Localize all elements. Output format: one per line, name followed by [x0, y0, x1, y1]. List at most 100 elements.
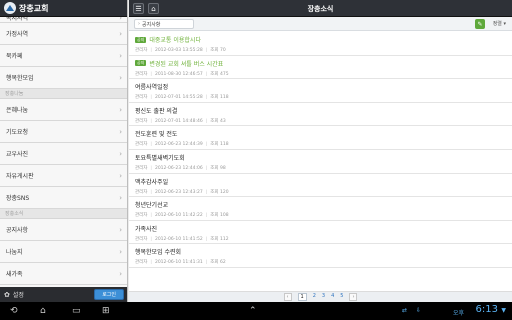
post-meta: 관리자 | 2012-07-01 14:55:28 | 조회 118 — [135, 95, 229, 101]
post-views: 조회 118 — [210, 142, 229, 148]
post-title-row: 청년단기선교 — [135, 200, 506, 209]
post-date: 2012-06-10 11:41:31 — [154, 260, 203, 266]
list-item[interactable]: 맥추감사주일관리자 | 2012-06-23 12:43:27 | 조회 120 — [129, 174, 512, 198]
post-meta: 관리자 | 2012-06-23 12:43:27 | 조회 120 — [135, 189, 229, 195]
section-label: 장충소식 — [5, 211, 24, 217]
post-title-row: 가족사진 — [135, 224, 506, 233]
page-number[interactable]: 1 — [297, 293, 307, 301]
post-author: 관리자 — [135, 260, 148, 266]
sidebar-item[interactable]: 가정사역 › — [0, 23, 127, 45]
post-date: 2012-06-23 12:44:39 — [154, 142, 203, 148]
post-date: 2012-07-01 14:48:46 — [154, 118, 203, 124]
chevron-right-icon: › — [119, 225, 122, 234]
chevron-right-icon: › — [119, 127, 122, 136]
sidebar-item-label: 새가족 — [6, 271, 23, 278]
post-author: 관리자 — [135, 142, 148, 148]
list-item[interactable]: 평신도 출판 의결 관리자 | 2012-07-01 14:48:46 | 조회 43 — [129, 103, 512, 127]
settings-label[interactable]: 설정 — [13, 290, 94, 299]
sidebar-item-label: 복지사역 — [6, 17, 29, 22]
sidebar-header: 장충교회 — [0, 0, 127, 17]
sidebar-item[interactable]: 장충SNS › — [0, 187, 127, 209]
sidebar-item[interactable]: 자유게시판 › — [0, 165, 127, 187]
main-panel: ☰ ⌂ 장충소식 › 공지사항 ✎ 정렬 ▾ 공지 대중교통 이용합시다 관리자 | 2… — [129, 0, 512, 302]
sidebar-item[interactable]: 북카페 › — [0, 45, 127, 67]
sidebar-item[interactable]: 기도요청 › — [0, 121, 127, 143]
sort-label: 정렬 — [492, 21, 502, 27]
section-label: 장충나눔 — [5, 91, 24, 97]
post-title-row: 공지 대중교통 이용합시다 — [135, 35, 506, 44]
post-views: 조회 108 — [210, 213, 229, 219]
church-logo-icon — [4, 2, 16, 14]
post-views: 조회 475 — [210, 71, 229, 77]
post-views: 조회 70 — [210, 48, 226, 53]
post-meta: 관리자 | 2012-06-10 11:41:52 | 조회 112 — [135, 236, 229, 242]
next-page-button[interactable]: › — [349, 293, 358, 301]
login-button[interactable]: 로그인 — [94, 289, 124, 300]
sidebar-menu: 복지사역 › 가정사역 › 북카페 › 행복한모임 › 장충나눔 은혜나눔 › 기도요청 › 교우사진 › 자… — [0, 17, 127, 302]
menu-nav-icon[interactable]: ⌃ — [249, 306, 257, 316]
usb-icon: ⇄ — [402, 307, 408, 314]
sidebar-item[interactable]: 교우사진 › — [0, 143, 127, 165]
post-title-row: 맥추감사주일 — [135, 177, 506, 186]
prev-page-button[interactable]: ‹ — [283, 293, 292, 301]
sort-button[interactable]: 정렬 ▾ — [493, 20, 506, 27]
post-date: 2012-06-10 11:41:52 — [154, 236, 203, 242]
list-item[interactable]: 공지 대중교통 이용합시다 관리자 | 2012-03-03 13:55:28 | 조회 7… — [129, 32, 512, 56]
list-item[interactable]: 청년단기선교 관리자 | 2012-06-10 11:42:22 | 조회 108 — [129, 197, 512, 221]
post-meta: 관리자 | 2012-06-23 12:44:06 | 조회 98 — [135, 165, 226, 171]
page-numbers: 12345 — [295, 293, 347, 301]
wifi-icon: ▼ — [501, 307, 506, 314]
chevron-right-icon: › — [119, 51, 122, 60]
post-date: 2012-06-23 12:43:27 — [154, 189, 203, 195]
board-toolbar: › 공지사항 ✎ 정렬 ▾ — [129, 17, 512, 31]
post-title: 행복한모임 수련회 — [135, 249, 182, 257]
post-views: 조회 98 — [210, 165, 226, 171]
sidebar-item[interactable]: 새가족 › — [0, 263, 127, 285]
clock: 6:13 — [475, 304, 498, 315]
sidebar-item[interactable]: 공지사항 › — [0, 219, 127, 241]
list-item[interactable]: 전도훈련 및 전도 관리자 | 2012-06-23 12:44:39 | 조회 118 — [129, 126, 512, 150]
post-title-row: 공지 변경된 교회 셔틀 버스 시간표 — [135, 59, 506, 68]
home-nav-icon[interactable]: ⌂ — [40, 306, 46, 316]
post-views: 조회 62 — [210, 260, 226, 266]
post-meta: 관리자 | 2011-08-30 12:46:57 | 조회 475 — [135, 71, 229, 77]
post-title-row: 평신도 출판 의결 — [135, 106, 506, 115]
post-date: 2012-07-01 14:55:28 — [154, 95, 203, 101]
download-icon: ⇩ — [416, 307, 422, 314]
page-number[interactable]: 2 — [313, 293, 316, 301]
list-item[interactable]: 여름사역일정 관리자 | 2012-07-01 14:55:28 | 조회 118 — [129, 79, 512, 103]
post-title: 청년단기선교 — [135, 202, 169, 210]
write-icon[interactable]: ✎ — [475, 19, 485, 29]
page-number[interactable]: 5 — [340, 293, 343, 301]
list-item[interactable]: 공지 변경된 교회 셔틀 버스 시간표관리자 | 2011-08-30 12:46:5… — [129, 56, 512, 80]
post-title: 평신도 출판 의결 — [135, 107, 178, 115]
post-author: 관리자 — [135, 165, 148, 171]
post-title: 변경된 교회 셔틀 버스 시간표 — [149, 60, 224, 68]
chevron-right-icon: › — [119, 73, 122, 82]
sidebar-item-label: 은혜나눔 — [6, 107, 29, 114]
list-item[interactable]: 행복한모임 수련회 관리자 | 2012-06-10 11:41:31 | 조회 62 — [129, 244, 512, 268]
list-item[interactable]: 가족사진관리자 | 2012-06-10 11:41:52 | 조회 112 — [129, 221, 512, 245]
gear-icon[interactable]: ✿ — [4, 291, 10, 299]
sidebar-item[interactable]: 행복한모임 › — [0, 67, 127, 89]
sidebar-item[interactable]: 나눔지 › — [0, 241, 127, 263]
post-date: 2012-06-10 11:42:22 — [154, 213, 203, 219]
back-icon[interactable]: ⟲ — [10, 306, 18, 316]
recent-apps-icon[interactable]: ▭ — [72, 306, 81, 316]
screenshot-icon[interactable]: ⊞ — [102, 306, 110, 316]
post-views: 조회 120 — [210, 189, 229, 195]
post-title: 대중교통 이용합시다 — [149, 37, 201, 44]
post-title: 맥추감사주일 — [135, 178, 169, 186]
post-date: 2011-08-30 12:46:57 — [154, 71, 203, 77]
post-author: 관리자 — [135, 48, 148, 53]
post-title-row: 토요특별새벽기도회 — [135, 153, 506, 162]
post-date: 2012-03-03 13:55:28 — [154, 48, 203, 53]
list-item[interactable]: 토요특별새벽기도회관리자 | 2012-06-23 12:44:06 | 조회 98 — [129, 150, 512, 174]
page-number[interactable]: 3 — [322, 293, 325, 301]
page-number[interactable]: 4 — [331, 293, 334, 301]
board-select[interactable]: › 공지사항 — [134, 19, 194, 29]
sidebar-item[interactable]: 은혜나눔 › — [0, 99, 127, 121]
post-views: 조회 112 — [210, 236, 229, 242]
sidebar-item-label: 자유게시판 — [6, 173, 34, 180]
sidebar-item-label: 가정사역 — [6, 31, 29, 38]
